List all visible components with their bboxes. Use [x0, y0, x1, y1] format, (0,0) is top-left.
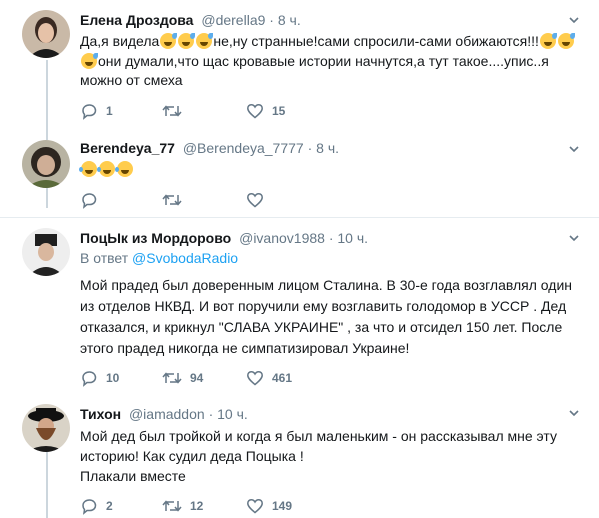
- author-handle[interactable]: @ivanov1988: [239, 230, 325, 246]
- like-count: 149: [272, 499, 293, 513]
- retweet-icon: [162, 194, 182, 206]
- like-button[interactable]: 15: [246, 101, 285, 121]
- tweet-text-line: этого прадед никогда не симпатизировал У…: [80, 340, 410, 356]
- avatar[interactable]: [22, 10, 70, 58]
- heart-icon: [247, 498, 263, 514]
- tweet-text: Мой дед был тройкой и когда я был малень…: [80, 426, 579, 486]
- author-handle[interactable]: @Berendeya_7777: [183, 140, 304, 156]
- grinning-sweat-emoji-icon: [160, 33, 178, 49]
- heart-icon: [247, 370, 263, 386]
- reply-icon: [82, 499, 97, 515]
- tweet[interactable]: Тихон @iamaddon · 10 ч. Мой дед был трой…: [0, 396, 599, 518]
- grinning-sweat-emoji-icon: [196, 33, 214, 49]
- timestamp[interactable]: 10 ч.: [217, 406, 248, 422]
- heart-icon: [247, 103, 263, 119]
- reply-button[interactable]: 10: [80, 368, 119, 388]
- reply-icon: [82, 104, 97, 120]
- retweet-count: 12: [190, 499, 204, 513]
- chevron-down-icon[interactable]: [567, 406, 581, 420]
- avatar[interactable]: [22, 140, 70, 188]
- like-button[interactable]: [246, 190, 264, 210]
- separator-dot: ·: [328, 230, 334, 246]
- timestamp[interactable]: 8 ч.: [278, 12, 301, 28]
- author-handle[interactable]: @derella9: [201, 12, 265, 28]
- like-count: 15: [272, 104, 286, 118]
- retweet-count: 94: [190, 371, 204, 385]
- like-count: 461: [272, 371, 293, 385]
- tweet-header: ПоцЫк из Мордорово @ivanov1988 · 10 ч.: [80, 229, 579, 247]
- author-handle[interactable]: @iamaddon: [129, 406, 205, 422]
- tweet-text: Мой прадед был доверенным лицом Сталина.…: [80, 275, 579, 359]
- tweet-header: Тихон @iamaddon · 10 ч.: [80, 405, 579, 423]
- tweet[interactable]: ПоцЫк из Мордорово @ivanov1988 · 10 ч. В…: [0, 218, 599, 396]
- chevron-down-icon[interactable]: [567, 13, 581, 27]
- tweet-text: [79, 160, 579, 180]
- reply-button[interactable]: 1: [80, 101, 113, 121]
- reply-button[interactable]: [80, 190, 98, 210]
- like-button[interactable]: 149: [246, 496, 292, 516]
- tears-of-joy-emoji-icon: [79, 161, 97, 177]
- separator-dot: ·: [208, 406, 214, 422]
- retweet-icon: [162, 105, 182, 117]
- author-name[interactable]: Елена Дроздова: [80, 12, 193, 28]
- tears-of-joy-emoji-icon: [97, 161, 115, 177]
- retweet-button[interactable]: 12: [162, 496, 203, 516]
- tweet-text-line: не,ну странные!сами спросили-сами обижаю…: [213, 33, 539, 49]
- reply-count: 1: [106, 104, 113, 118]
- tweet-text-line: Плакали вместе: [80, 468, 186, 484]
- tweet-text-line: отказался, и крикнул "СЛАВА УКРАИНЕ" , з…: [80, 319, 563, 335]
- tweet-text-line: Да,я видела: [80, 33, 160, 49]
- tweet-text-line: из отделов НКВД. И вот поручили ему возг…: [80, 298, 567, 314]
- tweet-text-line: Мой дед был тройкой и когда я был малень…: [80, 428, 557, 444]
- timestamp[interactable]: 8 ч.: [316, 140, 339, 156]
- grinning-sweat-emoji-icon: [557, 33, 575, 49]
- tweet[interactable]: Berendeya_77 @Berendeya_7777 · 8 ч.: [0, 130, 599, 210]
- like-button[interactable]: 461: [246, 368, 292, 388]
- tears-of-joy-emoji-icon: [115, 161, 133, 177]
- heart-icon: [247, 192, 263, 208]
- retweet-button[interactable]: [162, 101, 182, 121]
- retweet-button[interactable]: 94: [162, 368, 203, 388]
- tweet-header: Елена Дроздова @derella9 · 8 ч.: [80, 11, 579, 29]
- reply-context: В ответ @SvobodaRadio: [80, 249, 579, 267]
- separator-dot: ·: [307, 140, 313, 156]
- reply-prefix: В ответ: [80, 250, 129, 266]
- tweet-text-line: Мой прадед был доверенным лицом Сталина.…: [80, 277, 573, 293]
- retweet-button[interactable]: [162, 190, 182, 210]
- author-name[interactable]: Berendeya_77: [80, 140, 175, 156]
- author-name[interactable]: Тихон: [80, 406, 121, 422]
- reply-mention-link[interactable]: @SvobodaRadio: [132, 250, 238, 266]
- timestamp[interactable]: 10 ч.: [337, 230, 368, 246]
- avatar[interactable]: [22, 228, 70, 276]
- reply-count: 10: [106, 371, 120, 385]
- retweet-icon: [162, 500, 182, 512]
- avatar[interactable]: [22, 404, 70, 452]
- author-name[interactable]: ПоцЫк из Мордорово: [80, 230, 231, 246]
- grinning-sweat-emoji-icon: [81, 52, 98, 69]
- tweet-text-line: можно от смеха: [80, 72, 183, 88]
- grinning-sweat-emoji-icon: [178, 33, 196, 49]
- tweet-feed: Елена Дроздова @derella9 · 8 ч. Да,я вид…: [0, 0, 599, 518]
- chevron-down-icon[interactable]: [567, 142, 581, 156]
- tweet-text: Да,я видела не,ну странные!сами спросили-…: [80, 32, 579, 91]
- separator-dot: ·: [269, 12, 274, 28]
- reply-icon: [82, 371, 97, 387]
- reply-count: 2: [106, 499, 113, 513]
- tweet[interactable]: Елена Дроздова @derella9 · 8 ч. Да,я вид…: [0, 0, 599, 130]
- tweet-header: Berendeya_77 @Berendeya_7777 · 8 ч.: [80, 139, 579, 157]
- chevron-down-icon[interactable]: [567, 231, 581, 245]
- grinning-sweat-emoji-icon: [539, 33, 557, 49]
- tweet-text-line: историю! Как судил деда Поцыка !: [80, 448, 304, 464]
- reply-button[interactable]: 2: [80, 496, 113, 516]
- reply-icon: [82, 193, 97, 209]
- tweet-text-line: они думали,что щас кровавые истории начн…: [98, 52, 549, 69]
- retweet-icon: [162, 372, 182, 384]
